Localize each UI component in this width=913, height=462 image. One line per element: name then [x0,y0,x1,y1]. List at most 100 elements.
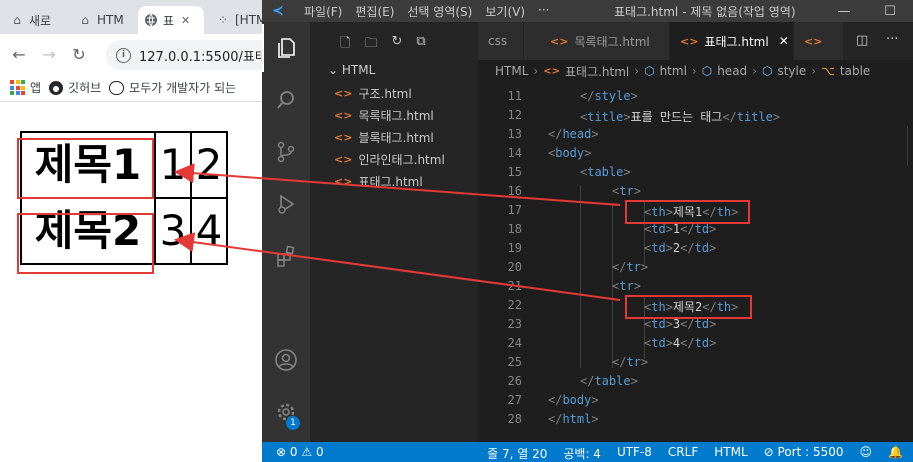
breadcrumb-item[interactable]: 표태그.html [565,63,629,80]
explorer-icon[interactable] [262,24,310,72]
breadcrumb-item[interactable]: html [660,64,687,78]
bookmark-dev[interactable]: 모두가 개발자가 되는 [109,79,236,96]
bell-icon[interactable]: 🔔 [888,445,903,462]
line-number: 23 [507,317,522,331]
rendered-page: 제목1 1 2 제목2 3 4 [0,103,262,462]
editor-tab-table[interactable]: <> 표태그.html ✕ [670,22,794,60]
line-ending[interactable]: CRLF [668,445,698,462]
browser-tab-active[interactable]: 표 ✕ [138,6,204,34]
code-line: <table> [580,165,631,179]
more-actions-icon[interactable]: ··· [886,32,898,47]
reload-icon[interactable]: ↻ [70,45,88,64]
file-item[interactable]: <> 표태그.html [334,173,423,190]
forward-arrow-icon[interactable]: → [40,45,58,64]
bookmark-github[interactable]: 깃허브 [49,79,101,96]
menu-selection[interactable]: 선택 영역(S) [407,3,472,20]
url-text: 127.0.0.1:5500/표태그.html [139,49,262,65]
line-number: 11 [507,89,522,103]
html-file-icon: <> [804,34,823,48]
error-icon: ⊗ [276,445,287,459]
table-cell: 2 [190,131,228,199]
line-number: 20 [507,260,522,274]
minimap-slider[interactable] [907,126,913,166]
code-line: </body> [548,393,599,407]
line-number: 16 [507,184,522,198]
element-icon: ⬡ [761,64,773,78]
line-number: 15 [507,165,522,179]
close-icon[interactable]: ✕ [779,34,789,48]
browser-tab-new[interactable]: ⌂ 새로 [4,6,64,34]
problems-indicator[interactable]: ⊗ 0 ⚠ 0 [276,445,324,459]
settings-gear-icon[interactable]: 1 [262,388,310,436]
live-server-port[interactable]: ⊘ Port : 5500 [764,445,844,462]
editor-tab-more[interactable]: <> [794,22,844,60]
menu-edit[interactable]: 편집(E) [355,3,394,20]
code-line: <body> [548,146,592,160]
language-mode[interactable]: HTML [714,445,747,462]
chevron-down-icon: ⌄ [328,63,339,77]
file-item[interactable]: <> 구조.html [334,85,412,102]
source-control-icon[interactable] [262,128,310,176]
breadcrumb-item[interactable]: head [717,64,747,78]
minimize-icon[interactable]: — [821,0,867,22]
cursor-position[interactable]: 줄 7, 열 20 [487,445,547,462]
browser-tab-html[interactable]: ⌂ HTM [72,6,134,34]
encoding[interactable]: UTF-8 [617,445,652,462]
chevron-right-icon: › [533,64,539,78]
file-item[interactable]: <> 인라인태그.html [334,151,445,168]
back-arrow-icon[interactable]: ← [10,45,28,64]
code-line: </head> [548,127,599,141]
line-number: 25 [507,355,522,369]
browser-tab-other[interactable]: ⁘ [HTM [210,6,262,34]
activity-bar: 1 [262,22,310,442]
collapse-all-icon[interactable]: ⧉ [416,34,425,56]
breadcrumb-item[interactable]: table [840,64,870,78]
code-line: </table> [580,374,638,388]
new-folder-icon[interactable]: 🗀 [364,34,377,56]
menu-view[interactable]: 보기(V) [485,3,525,20]
code-line: </html> [548,412,599,426]
chevron-right-icon: › [634,64,640,78]
feedback-icon[interactable]: ☺ [860,445,873,462]
table-cell: 4 [190,197,228,265]
cloud-icon [109,80,125,95]
maximize-icon[interactable]: ☐ [867,0,913,22]
line-number: 26 [507,374,522,388]
header-highlight-box [17,138,154,199]
menu-file[interactable]: 파일(F) [304,3,342,20]
search-icon[interactable] [262,76,310,124]
browser-tab-strip: ⌂ 새로 ⌂ HTM 표 ✕ ⁘ [HTM [0,0,262,34]
refresh-icon[interactable]: ↻ [391,34,402,56]
window-controls: — ☐ [821,0,913,22]
breadcrumb-item[interactable]: HTML [495,64,528,78]
table-cell: 1 [154,131,192,199]
indentation[interactable]: 공백: 4 [563,445,601,462]
code-line: <td>4</td> [644,336,717,350]
menu-more[interactable]: ··· [538,3,549,20]
code-line: <tr> [612,279,641,293]
editor-tab-list[interactable]: <> 목록태그.html [524,22,670,60]
run-debug-icon[interactable] [262,180,310,228]
bookmark-apps[interactable]: 앱 [10,79,41,96]
vscode-logo-icon: ≺ [272,3,284,19]
no-entry-icon: ⊘ [763,445,774,459]
close-tab-icon[interactable]: ✕ [181,14,190,27]
folder-html[interactable]: ⌄ HTML [328,63,375,77]
account-icon[interactable] [262,336,310,384]
address-bar[interactable]: i 127.0.0.1:5500/표태그.html [106,40,262,70]
file-item[interactable]: <> 블록태그.html [334,129,434,146]
github-icon [49,80,64,95]
html-file-icon: <> [334,87,353,100]
line-number: 12 [507,108,522,122]
extensions-icon[interactable] [262,232,310,280]
breadcrumb-item[interactable]: style [777,64,806,78]
code-highlight-box [625,200,750,224]
editor-tab-css[interactable]: css [478,22,524,60]
file-item[interactable]: <> 목록태그.html [334,107,434,124]
new-file-icon[interactable]: 🗋 [340,34,350,56]
code-highlight-box [625,295,752,319]
code-editor[interactable]: 11 </style> 12 <title>표를 만드는 태그</title> 13 </… [478,82,913,442]
split-editor-icon[interactable]: ◫ [856,33,868,48]
line-number: 27 [507,393,522,407]
info-icon[interactable]: i [116,47,131,63]
